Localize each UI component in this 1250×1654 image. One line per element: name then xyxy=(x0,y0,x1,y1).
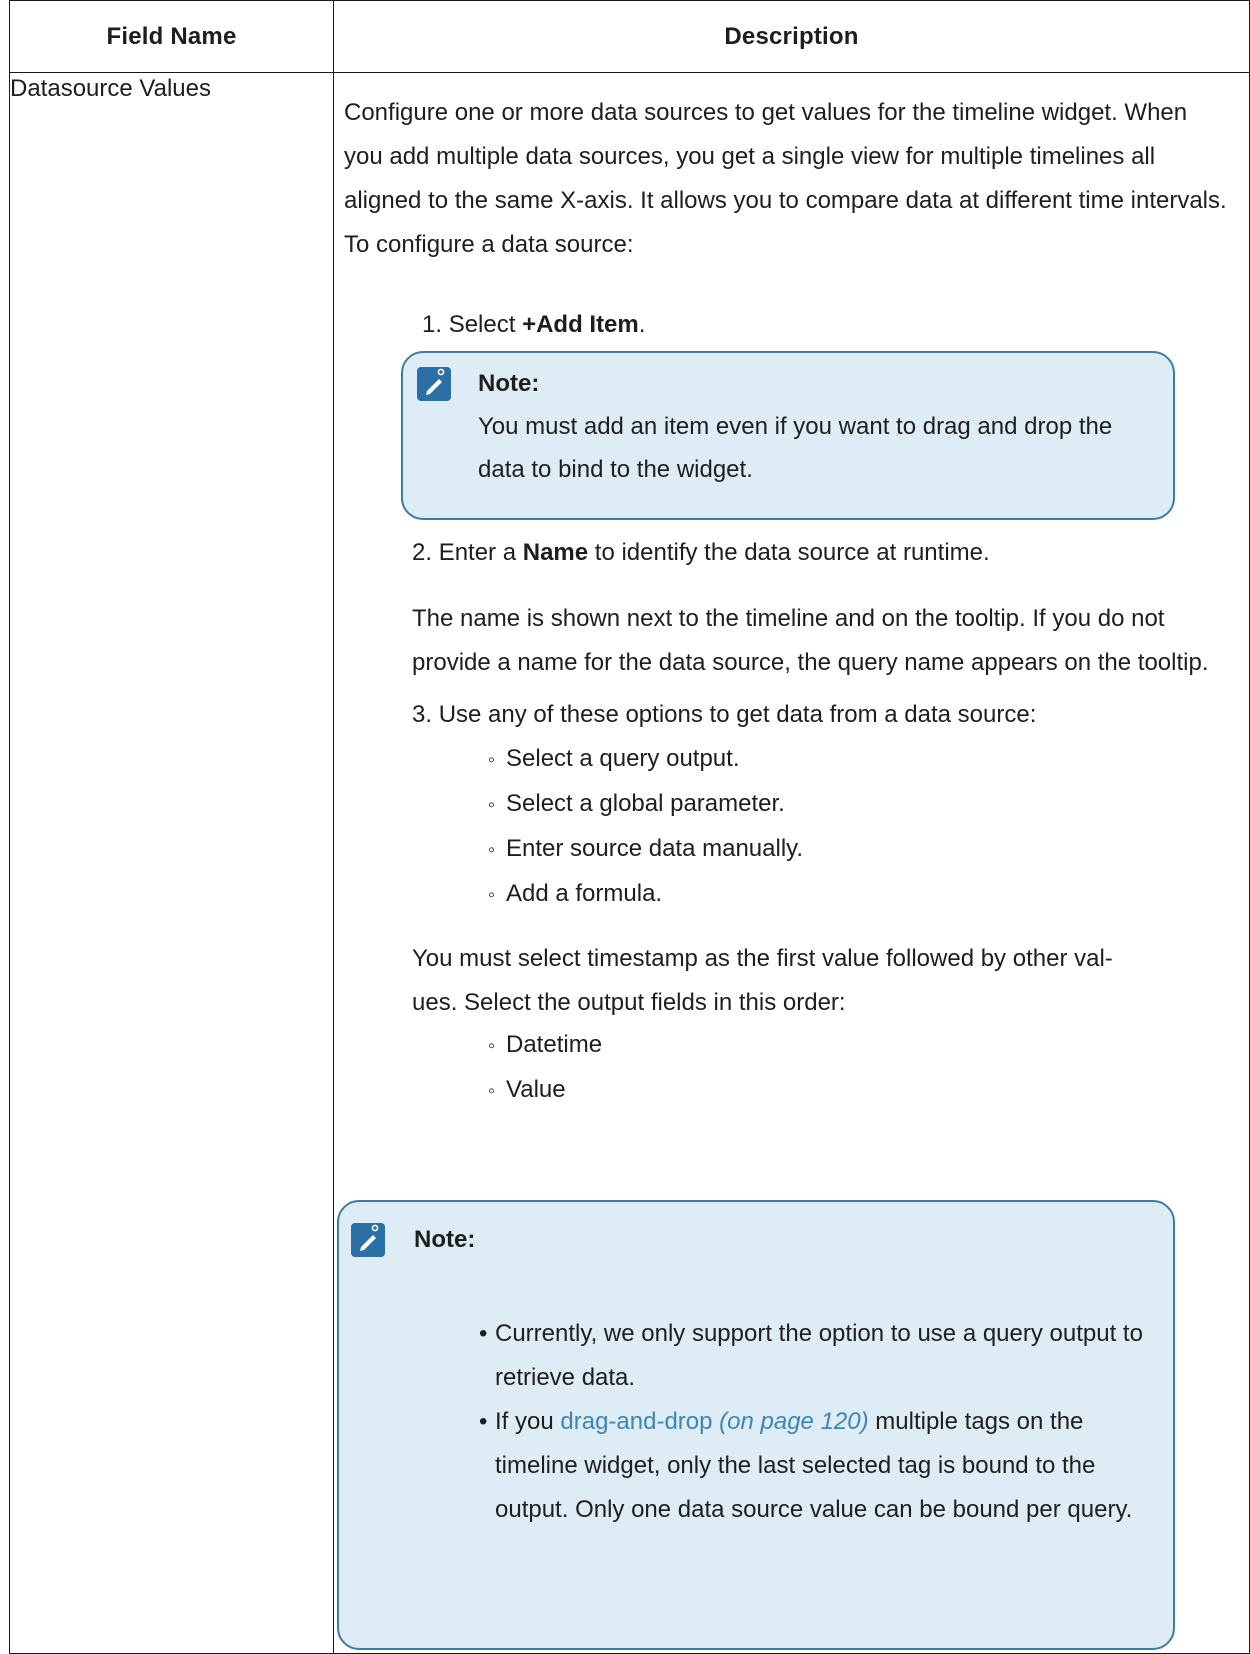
page-reference-link[interactable]: (on page 120) xyxy=(719,1408,868,1435)
description-cell: Configure one or more data sources to ge… xyxy=(333,72,1250,1654)
header-description: Description xyxy=(333,0,1250,73)
add-item-label: +Add Item xyxy=(522,311,639,338)
table-row: Datasource Values Configure one or more … xyxy=(9,72,1250,1654)
step-2-text: 2. Enter a Name to identify the data sou… xyxy=(412,539,990,566)
limitations-list: Currently, we only support the option to… xyxy=(479,1312,1159,1532)
list-item: Currently, we only support the option to… xyxy=(479,1312,1159,1400)
note-title: Note: xyxy=(478,370,540,397)
steps-2-3: 2. Enter a Name to identify the data sou… xyxy=(412,531,1231,1113)
data-source-options-list: Select a query output. Select a global p… xyxy=(488,737,1231,917)
list-item: Enter source data manually. xyxy=(488,827,1231,872)
header-field-name: Field Name xyxy=(9,0,334,73)
intro-paragraph: Configure one or more data sources to ge… xyxy=(344,99,1227,258)
list-item: If you drag-and-drop (on page 120) multi… xyxy=(479,1400,1159,1532)
step-3-text: 3. Use any of these options to get data … xyxy=(412,701,1037,728)
field-name-cell: Datasource Values xyxy=(9,72,334,1654)
field-description-table: Field Name Description Datasource Values… xyxy=(9,0,1250,1654)
list-item: Datetime xyxy=(488,1023,1231,1068)
step-2-paragraph: The name is shown next to the timeline a… xyxy=(412,605,1209,676)
list-item: Value xyxy=(488,1068,1231,1113)
list-item: Add a formula. xyxy=(488,872,1231,917)
pencil-note-icon xyxy=(351,1223,385,1257)
list-item: Select a global parameter. xyxy=(488,782,1231,827)
step-1: 1. Select +Add Item. xyxy=(422,303,1249,347)
step-1-text: 1. Select +Add Item. xyxy=(422,311,646,338)
pencil-note-icon xyxy=(417,367,451,401)
note-box-add-item: Note: You must add an item even if you w… xyxy=(401,351,1175,520)
note-title: Note: xyxy=(414,1226,476,1253)
drag-and-drop-link[interactable]: drag-and-drop xyxy=(560,1408,712,1435)
note-text: You must add an item even if you want to… xyxy=(478,413,1113,483)
output-fields-list: Datetime Value xyxy=(488,1023,1231,1113)
note-box-limitations: Note: Currently, we only support the opt… xyxy=(337,1200,1175,1650)
list-item: Select a query output. xyxy=(488,737,1231,782)
table-header-row: Field Name Description xyxy=(9,0,1250,73)
step-3-paragraph: You must select timestamp as the first v… xyxy=(412,945,1113,1016)
name-label: Name xyxy=(522,539,589,566)
